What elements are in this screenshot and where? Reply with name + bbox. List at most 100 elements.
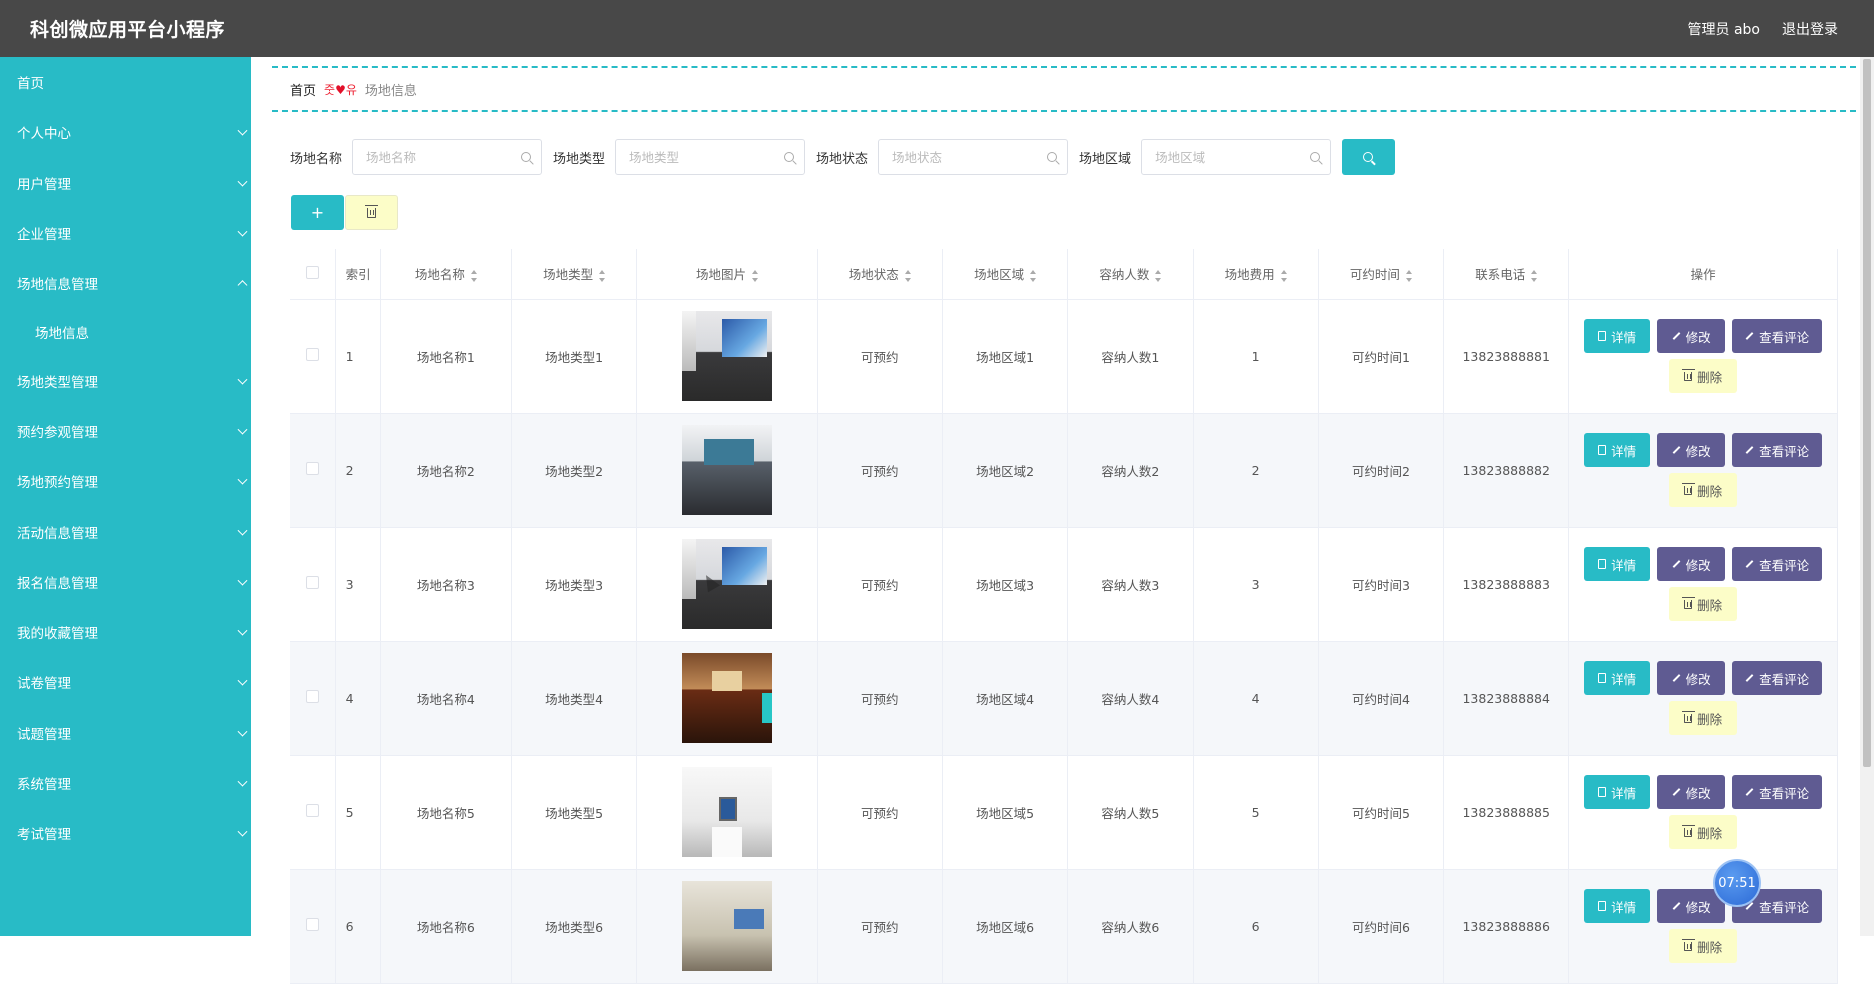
sidebar-item-3[interactable]: 企业管理: [0, 208, 251, 258]
sidebar-item-10[interactable]: 报名信息管理: [0, 557, 251, 607]
sidebar-item-4[interactable]: 场地信息管理: [0, 258, 251, 308]
column-header[interactable]: 场地类型: [511, 249, 638, 300]
delete-button[interactable]: 删除: [1669, 701, 1738, 735]
column-header[interactable]: 场地图片: [636, 249, 818, 300]
search-field-area[interactable]: [1141, 139, 1332, 175]
column-header[interactable]: 场地区域: [942, 249, 1069, 300]
sort-icon[interactable]: [1531, 269, 1538, 282]
search-input-type[interactable]: [629, 149, 780, 165]
sidebar-item-9[interactable]: 活动信息管理: [0, 506, 251, 556]
sidebar-item-15[interactable]: 考试管理: [0, 808, 251, 858]
row-checkbox[interactable]: [305, 804, 319, 817]
breadcrumb-home[interactable]: 首页: [290, 80, 316, 99]
batch-delete-button[interactable]: [345, 195, 398, 230]
column-header[interactable]: 场地状态: [817, 249, 943, 300]
row-checkbox[interactable]: [305, 918, 319, 931]
sort-icon[interactable]: [1280, 269, 1287, 282]
delete-button[interactable]: 删除: [1669, 929, 1738, 963]
row-checkbox[interactable]: [305, 690, 319, 703]
sort-icon[interactable]: [751, 269, 758, 282]
detail-button[interactable]: 详情: [1584, 889, 1651, 923]
view-comments-button[interactable]: 查看评论: [1732, 775, 1823, 809]
detail-button[interactable]: 详情: [1584, 547, 1651, 581]
view-comments-button[interactable]: 查看评论: [1732, 319, 1823, 353]
chevron-up-icon: [237, 280, 248, 291]
detail-button[interactable]: 详情: [1584, 433, 1651, 467]
view-comments-button[interactable]: 查看评论: [1732, 433, 1823, 467]
document-icon: [1598, 559, 1607, 569]
sort-icon[interactable]: [1155, 269, 1162, 282]
sidebar-item-2[interactable]: 用户管理: [0, 158, 251, 208]
row-checkbox[interactable]: [305, 576, 319, 589]
sort-icon[interactable]: [904, 269, 911, 282]
chevron-down-icon: [237, 374, 248, 385]
page-scrollbar[interactable]: [1860, 57, 1874, 936]
row-select-cell: [290, 413, 336, 528]
cell-area: 场地区域3: [942, 527, 1069, 642]
search-field-status[interactable]: [878, 139, 1069, 175]
scrollbar-thumb[interactable]: [1863, 59, 1871, 767]
trash-icon: [365, 204, 378, 218]
cell-index: 1: [335, 299, 381, 414]
chevron-down-icon: [237, 575, 248, 586]
app-title: 科创微应用平台小程序: [30, 19, 226, 41]
timer-badge[interactable]: 07:51: [1713, 859, 1761, 907]
edit-label: 修改: [1685, 443, 1711, 459]
column-header[interactable]: 场地费用: [1193, 249, 1319, 300]
row-actions-cell: 详情 修改 查看评论删除: [1568, 299, 1838, 414]
view-comments-button[interactable]: 查看评论: [1732, 661, 1823, 695]
search-button[interactable]: [1342, 139, 1396, 175]
search-field-name[interactable]: [352, 139, 543, 175]
edit-button[interactable]: 修改: [1657, 547, 1726, 581]
column-header[interactable]: 容纳人数: [1067, 249, 1194, 300]
delete-button[interactable]: 删除: [1669, 815, 1738, 849]
row-checkbox[interactable]: [305, 348, 319, 361]
cell-phone: 13823888882: [1443, 413, 1570, 528]
sidebar-item-0[interactable]: 首页: [0, 57, 251, 107]
current-user[interactable]: 管理员 abo: [1688, 19, 1760, 39]
cell-capacity: 容纳人数2: [1067, 413, 1194, 528]
column-header[interactable]: 联系电话: [1443, 249, 1570, 300]
delete-button[interactable]: 删除: [1669, 359, 1738, 393]
sidebar-item-5[interactable]: 场地信息: [0, 308, 251, 355]
detail-button[interactable]: 详情: [1584, 319, 1651, 353]
sidebar-item-11[interactable]: 我的收藏管理: [0, 607, 251, 657]
edit-button[interactable]: 修改: [1657, 775, 1726, 809]
delete-label: 删除: [1697, 711, 1723, 727]
detail-button[interactable]: 详情: [1584, 661, 1651, 695]
sidebar: 首页 个人中心 用户管理企业管理场地信息管理 场地信息 场地类型管理 预约参观管理 场地预约…: [0, 57, 251, 936]
cell-fee: 5: [1193, 755, 1319, 870]
sidebar-item-13[interactable]: 试题管理: [0, 708, 251, 758]
column-header[interactable]: 可约时间: [1318, 249, 1445, 300]
search-input-name[interactable]: [366, 149, 517, 165]
sort-icon[interactable]: [470, 269, 477, 282]
sidebar-item-14[interactable]: 系统管理: [0, 758, 251, 808]
detail-button[interactable]: 详情: [1584, 775, 1651, 809]
document-icon: [1598, 331, 1607, 341]
sort-icon[interactable]: [1030, 269, 1037, 282]
sidebar-item-7[interactable]: 预约参观管理: [0, 406, 251, 456]
sidebar-item-label: 企业管理: [17, 227, 71, 244]
search-input-area[interactable]: [1155, 149, 1306, 165]
venue-image: [681, 539, 772, 629]
sort-icon[interactable]: [599, 269, 606, 282]
cell-time: 可约时间3: [1318, 527, 1445, 642]
sidebar-item-1[interactable]: 个人中心: [0, 107, 251, 157]
edit-button[interactable]: 修改: [1657, 319, 1726, 353]
search-input-status[interactable]: [892, 149, 1043, 165]
edit-button[interactable]: 修改: [1657, 433, 1726, 467]
search-field-type[interactable]: [615, 139, 806, 175]
delete-button[interactable]: 删除: [1669, 587, 1738, 621]
add-button[interactable]: +: [291, 195, 344, 230]
sidebar-item-6[interactable]: 场地类型管理: [0, 355, 251, 405]
column-header[interactable]: 场地名称: [380, 249, 512, 300]
logout-link[interactable]: 退出登录: [1782, 19, 1838, 39]
sidebar-item-12[interactable]: 试卷管理: [0, 657, 251, 707]
sort-icon[interactable]: [1405, 269, 1412, 282]
view-comments-button[interactable]: 查看评论: [1732, 547, 1823, 581]
edit-button[interactable]: 修改: [1657, 661, 1726, 695]
select-all-checkbox[interactable]: [305, 265, 319, 279]
row-checkbox[interactable]: [305, 462, 319, 475]
sidebar-item-8[interactable]: 场地预约管理: [0, 456, 251, 506]
delete-button[interactable]: 删除: [1669, 473, 1738, 507]
